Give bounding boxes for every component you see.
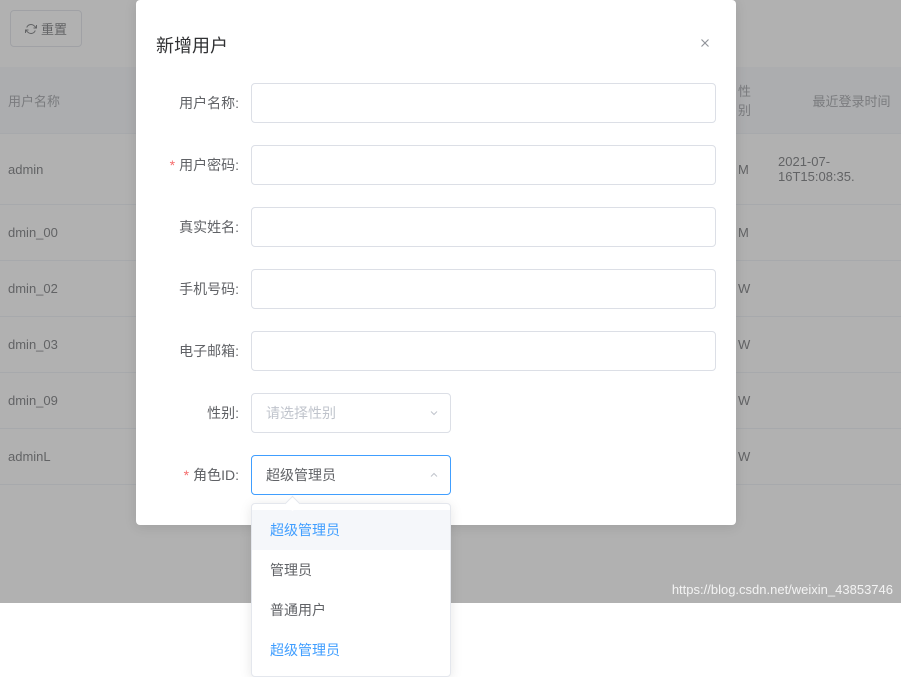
input-username[interactable] — [251, 83, 716, 123]
label-realname: 真实姓名: — [156, 217, 251, 237]
row-role: 角色ID: 超级管理员 超级管理员 管理员 普通用户 超级管理员 — [156, 455, 716, 495]
row-username: 用户名称: — [156, 83, 716, 123]
input-password[interactable] — [251, 145, 716, 185]
role-option[interactable]: 超级管理员 — [252, 510, 450, 550]
role-dropdown: 超级管理员 管理员 普通用户 超级管理员 — [251, 503, 451, 677]
role-option[interactable]: 普通用户 — [252, 590, 450, 630]
close-button[interactable] — [694, 30, 716, 59]
row-realname: 真实姓名: — [156, 207, 716, 247]
select-gender-value: 请选择性别 — [266, 403, 336, 423]
add-user-modal: 新增用户 用户名称: 用户密码: 真实姓名: 手机号码: 电子邮箱: 性别: 请… — [136, 0, 736, 525]
select-role-value: 超级管理员 — [266, 465, 336, 485]
row-password: 用户密码: — [156, 145, 716, 185]
input-phone[interactable] — [251, 269, 716, 309]
row-phone: 手机号码: — [156, 269, 716, 309]
row-email: 电子邮箱: — [156, 331, 716, 371]
input-realname[interactable] — [251, 207, 716, 247]
input-email[interactable] — [251, 331, 716, 371]
chevron-down-icon — [428, 407, 440, 419]
label-role: 角色ID: — [156, 465, 251, 485]
label-password: 用户密码: — [156, 155, 251, 175]
close-icon — [698, 36, 712, 50]
select-gender[interactable]: 请选择性别 — [251, 393, 451, 433]
role-option[interactable]: 超级管理员 — [252, 630, 450, 670]
label-username: 用户名称: — [156, 93, 251, 113]
modal-header: 新增用户 — [156, 20, 716, 83]
watermark: https://blog.csdn.net/weixin_43853746 — [672, 582, 893, 597]
label-phone: 手机号码: — [156, 279, 251, 299]
select-role[interactable]: 超级管理员 — [251, 455, 451, 495]
label-email: 电子邮箱: — [156, 341, 251, 361]
role-option[interactable]: 管理员 — [252, 550, 450, 590]
row-gender: 性别: 请选择性别 — [156, 393, 716, 433]
label-gender: 性别: — [156, 403, 251, 423]
chevron-up-icon — [428, 469, 440, 481]
modal-title: 新增用户 — [156, 32, 228, 58]
